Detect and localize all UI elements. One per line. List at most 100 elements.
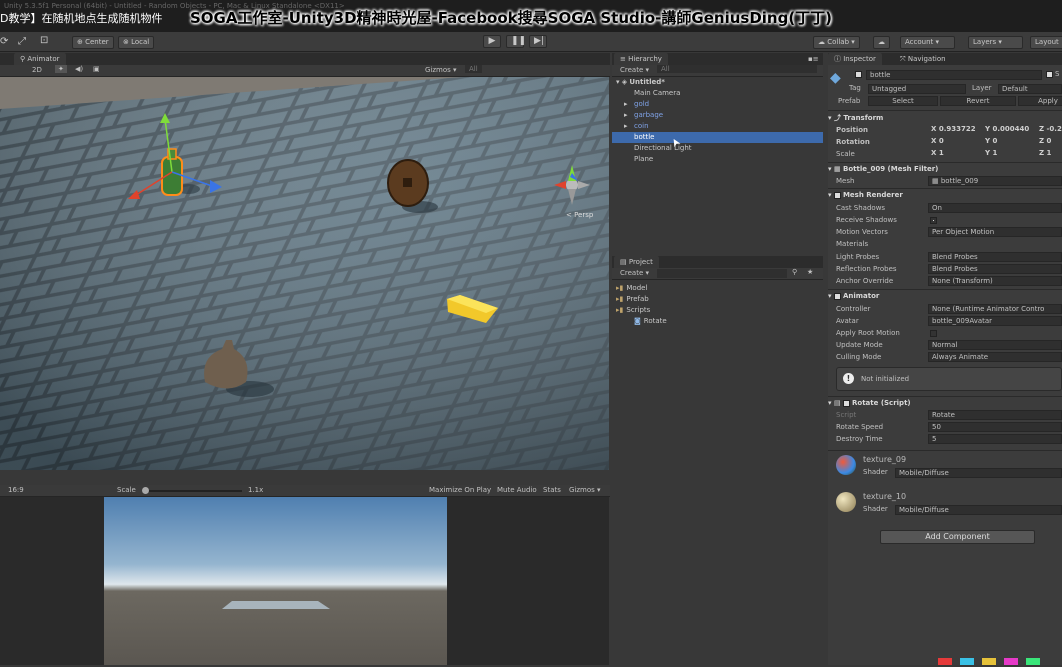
tab-project[interactable]: ▤ Project <box>614 256 659 268</box>
field-value-anchor[interactable]: None (Transform) <box>928 276 1062 286</box>
project-item[interactable]: ▸▮ Prefab <box>612 294 823 305</box>
object-name-field[interactable]: bottle <box>866 70 1042 80</box>
tab-animator-label: Animator <box>27 55 60 63</box>
pivot-local-button[interactable]: ⊗ Local <box>118 36 155 49</box>
layout-dropdown[interactable]: Layout <box>1030 36 1062 49</box>
services-button[interactable]: ☁ <box>873 36 890 49</box>
mute-audio-toggle[interactable]: Mute Audio <box>497 486 537 494</box>
tab-navigation[interactable]: ⤧ Navigation <box>894 53 952 65</box>
account-dropdown[interactable]: Account ▾ <box>900 36 955 49</box>
transform-scale-y-field[interactable]: Y 1 <box>982 149 1034 159</box>
aspect-dropdown[interactable]: 16:9 <box>8 486 24 494</box>
mesh-filter-header[interactable]: ▾ ▦ Bottle_009 (Mesh Filter) <box>828 165 1062 173</box>
scene-view[interactable]: < Persp <box>0 77 609 470</box>
tab-inspector[interactable]: ⓘ Inspector <box>828 53 882 65</box>
scale-slider[interactable] <box>142 490 242 492</box>
transform-rotation-y-field[interactable]: Y 0 <box>982 137 1034 147</box>
hierarchy-item[interactable]: ▸ gold <box>612 99 823 110</box>
field-value-script[interactable]: Rotate <box>928 410 1062 420</box>
field-value-light[interactable]: Blend Probes <box>928 252 1062 262</box>
color-swatch <box>1004 658 1018 665</box>
title-bar: Unity 5.3.5f1 Personal (64bit) - Untitle… <box>0 0 1062 32</box>
prefab-revert-button[interactable]: Revert <box>940 96 1016 106</box>
field-value-update[interactable]: Normal <box>928 340 1062 350</box>
prefab-select-button[interactable]: Select <box>868 96 938 106</box>
rotate-script-header[interactable]: ▾ ▤ Rotate (Script) <box>828 399 1062 407</box>
shader-dropdown[interactable]: Mobile/Diffuse <box>895 468 1062 478</box>
project-item[interactable]: ◙ Rotate <box>612 316 823 327</box>
shader-dropdown[interactable]: Mobile/Diffuse <box>895 505 1062 515</box>
play-button[interactable]: ▶ <box>483 35 501 48</box>
field-label-materials: Materials <box>836 240 869 248</box>
transform-position-z-field[interactable]: Z -0.2 <box>1036 125 1062 135</box>
project-search-input[interactable] <box>657 269 787 278</box>
transform-position-y-field[interactable]: Y 0.000440 <box>982 125 1034 135</box>
hierarchy-item[interactable]: ▸ garbage <box>612 110 823 121</box>
hierarchy-item[interactable]: bottle <box>612 132 823 143</box>
step-button[interactable]: ▶| <box>529 35 547 48</box>
checkbox-root[interactable] <box>930 330 937 337</box>
prefab-apply-button[interactable]: Apply <box>1018 96 1062 106</box>
tab-animator[interactable]: ⚲ Animator <box>14 53 66 65</box>
scale-tool-icon[interactable]: ⤢ <box>18 37 26 47</box>
animator-enabled-checkbox[interactable] <box>833 292 841 300</box>
hierarchy-item[interactable]: ▸ coin <box>612 121 823 132</box>
star-icon[interactable]: ★ <box>807 268 813 276</box>
rotate-enabled-checkbox[interactable] <box>843 399 851 407</box>
audio-toggle[interactable]: ◀) <box>75 65 83 73</box>
game-gizmos-dropdown[interactable]: Gizmos ▾ <box>569 486 601 494</box>
field-value-avatar[interactable]: bottle_009Avatar <box>928 316 1062 326</box>
transform-position-x-field[interactable]: X 0.933722 <box>928 125 980 135</box>
hierarchy-item[interactable]: Plane <box>612 154 823 165</box>
effects-toggle[interactable]: ▣ <box>93 65 100 73</box>
tab-hierarchy[interactable]: ≡ Hierarchy <box>614 53 668 65</box>
layers-dropdown[interactable]: Layers ▾ <box>968 36 1023 49</box>
hierarchy-item[interactable]: Directional Light <box>612 143 823 154</box>
pivot-center-button[interactable]: ⊕ Center <box>72 36 114 49</box>
maximize-on-play-toggle[interactable]: Maximize On Play <box>429 486 491 494</box>
field-value-controller[interactable]: None (Runtime Animator Contro <box>928 304 1062 314</box>
transform-rotation-z-field[interactable]: Z 0 <box>1036 137 1062 147</box>
checkbox-receive[interactable] <box>930 217 937 224</box>
transform-rotation-x-field[interactable]: X 0 <box>928 137 980 147</box>
lighting-toggle[interactable]: ✦ <box>55 65 67 73</box>
mesh-field[interactable]: ▦ bottle_009 <box>928 176 1062 186</box>
hierarchy-item[interactable]: Main Camera <box>612 88 823 99</box>
active-checkbox[interactable] <box>855 71 862 78</box>
stats-toggle[interactable]: Stats <box>543 486 561 494</box>
static-checkbox[interactable]: S <box>1046 70 1059 78</box>
project-create-dropdown[interactable]: Create ▾ <box>620 269 649 277</box>
field-value-culling[interactable]: Always Animate <box>928 352 1062 362</box>
search-filter-icon[interactable]: ⚲ <box>792 268 797 276</box>
pause-button[interactable]: ❚❚ <box>506 35 526 48</box>
layer-dropdown[interactable]: Default <box>998 84 1062 94</box>
tag-dropdown[interactable]: Untagged <box>868 84 966 94</box>
field-value-destroy[interactable]: 5 <box>928 434 1062 444</box>
scene-search-input[interactable]: All <box>465 65 482 73</box>
transform-scale-x-field[interactable]: X 1 <box>928 149 980 159</box>
scene-2d-toggle[interactable]: 2D <box>32 66 42 74</box>
panel-menu-icon[interactable]: ▪≡ <box>808 55 819 63</box>
scene-gizmos-dropdown[interactable]: Gizmos ▾ <box>425 66 457 74</box>
rect-tool-icon[interactable]: ⊡ <box>40 36 48 46</box>
static-check-box[interactable] <box>1046 70 1053 78</box>
transform-scale-z-field[interactable]: Z 1 <box>1036 149 1062 159</box>
add-component-button[interactable]: Add Component <box>880 530 1035 544</box>
field-value-speed[interactable]: 50 <box>928 422 1062 432</box>
animator-header[interactable]: ▾ Animator <box>828 292 1062 300</box>
field-value-reflection[interactable]: Blend Probes <box>928 264 1062 274</box>
hierarchy-scene-row[interactable]: ▾ ◈ Untitled* <box>612 77 823 88</box>
field-value-cast[interactable]: On <box>928 203 1062 213</box>
pivot-icon: ⊕ <box>77 38 83 46</box>
rotate-tool-icon[interactable]: ⟳ <box>0 37 8 47</box>
collab-dropdown[interactable]: ☁ Collab ▾ <box>813 36 860 49</box>
transform-header[interactable]: ▾ ⤴ Transform <box>828 113 1062 123</box>
mesh-renderer-enabled-checkbox[interactable] <box>833 191 841 199</box>
scale-slider-thumb[interactable] <box>142 487 149 494</box>
mesh-renderer-header[interactable]: ▾ Mesh Renderer <box>828 191 1062 199</box>
project-item[interactable]: ▸▮ Model <box>612 283 823 294</box>
field-value-motion[interactable]: Per Object Motion <box>928 227 1062 237</box>
hierarchy-create-dropdown[interactable]: Create ▾ <box>620 66 649 74</box>
hierarchy-search-input[interactable]: All <box>657 65 817 73</box>
project-item[interactable]: ▸▮ Scripts <box>612 305 823 316</box>
